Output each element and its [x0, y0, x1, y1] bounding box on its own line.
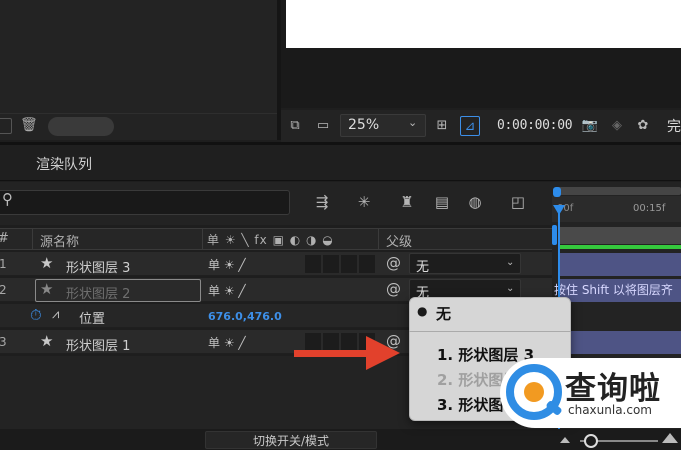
- tab-render-queue[interactable]: 渲染队列: [36, 154, 92, 174]
- layer-name[interactable]: 形状图层 3: [66, 257, 130, 276]
- chevron-down-icon: ⌄: [506, 283, 515, 294]
- always-preview-icon[interactable]: ⧉: [285, 116, 305, 136]
- menu-item-none[interactable]: 无: [436, 303, 451, 324]
- layer-index: 1: [0, 257, 7, 271]
- annotation-arrow-head: [366, 336, 400, 370]
- layer-name[interactable]: 形状图层 1: [66, 335, 130, 354]
- frame-blending-icon[interactable]: ▤: [430, 190, 454, 214]
- monitor-icon[interactable]: ▭: [313, 116, 333, 136]
- switch-cell[interactable]: [323, 255, 339, 273]
- timeline-tooltip: 按住 Shift 以将图层齐: [554, 283, 673, 297]
- channels-icon[interactable]: ✿: [633, 116, 653, 136]
- watermark-logo-dot: [524, 382, 544, 402]
- switch-cell[interactable]: [359, 255, 375, 273]
- position-value[interactable]: 676.0,476.0: [208, 310, 282, 323]
- star-icon: ★: [40, 254, 54, 272]
- star-icon: ★: [40, 332, 54, 350]
- work-area-start-handle[interactable]: [552, 225, 557, 245]
- show-snapshot-icon[interactable]: ◈: [607, 116, 627, 136]
- switch-cell[interactable]: [305, 255, 321, 273]
- work-area-bar[interactable]: [560, 227, 681, 244]
- annotation-arrow-shaft: [294, 350, 372, 357]
- composition-flowchart-icon[interactable]: ⇶: [310, 190, 334, 214]
- snapshot-icon[interactable]: 📷: [580, 116, 600, 136]
- property-name: 位置: [79, 312, 106, 327]
- current-timecode[interactable]: 0:00:00:00: [497, 118, 573, 133]
- source-name-header[interactable]: 源名称: [40, 231, 79, 250]
- search-icon: ⚲: [2, 190, 13, 208]
- switch-cell[interactable]: [323, 333, 339, 351]
- chevron-down-icon: ⌄: [506, 257, 515, 268]
- zoom-slider-knob[interactable]: [584, 434, 598, 448]
- layer-index: 2: [0, 283, 7, 297]
- column-divider: [32, 229, 33, 249]
- switches-header[interactable]: 单 ☀ ╲ fx ▣ ◐ ◑ ◒: [207, 231, 334, 248]
- navigator-handle[interactable]: [553, 187, 561, 197]
- draft-3d-icon[interactable]: ✳: [352, 190, 376, 214]
- bin-button[interactable]: [0, 118, 12, 134]
- index-header: #: [0, 231, 9, 246]
- zoom-value: 25%: [348, 117, 380, 133]
- layer-duration-bar[interactable]: [560, 331, 681, 354]
- column-divider: [378, 229, 379, 249]
- zoom-in-icon[interactable]: [662, 433, 678, 443]
- graph-icon[interactable]: ⩘: [52, 307, 59, 322]
- parent-value: 无: [416, 260, 430, 275]
- toggle-switches-modes-label: 切换开关/模式: [252, 434, 330, 448]
- tab-bar: [0, 145, 681, 181]
- switch-cell[interactable]: [305, 333, 321, 351]
- ruler-label: 00:15f: [633, 203, 666, 214]
- watermark-title: 查询啦: [565, 371, 661, 407]
- layer-name[interactable]: 形状图层 2: [66, 283, 130, 302]
- layer-switches[interactable]: 单 ☀ ╱: [208, 256, 246, 273]
- trash-icon[interactable]: 🗑: [20, 117, 40, 135]
- switch-cell[interactable]: [341, 333, 357, 351]
- viewer-end-label: 完: [667, 119, 681, 135]
- menu-item-layer-1[interactable]: 3. 形状图: [437, 394, 503, 415]
- column-divider: [202, 229, 203, 249]
- project-bottom-bar: [0, 113, 277, 139]
- safe-zones-icon[interactable]: ⊞: [432, 116, 452, 136]
- star-icon: ★: [40, 280, 54, 298]
- current-time-indicator-head[interactable]: [553, 205, 565, 215]
- switch-cell[interactable]: [341, 255, 357, 273]
- layer-switches[interactable]: 单 ☀ ╱: [208, 282, 246, 299]
- search-input[interactable]: [0, 190, 290, 215]
- chevron-down-icon: ⌄: [408, 116, 418, 129]
- pickwhip-icon[interactable]: @: [386, 254, 401, 272]
- pickwhip-icon[interactable]: @: [386, 280, 401, 298]
- graph-editor-icon[interactable]: ◰: [506, 190, 530, 214]
- composition-canvas[interactable]: [286, 0, 681, 48]
- layer-duration-bar[interactable]: [560, 253, 681, 276]
- render-cache-bar: [560, 245, 681, 249]
- zoom-out-icon[interactable]: [560, 437, 570, 443]
- motion-blur-icon[interactable]: ◍: [463, 190, 487, 214]
- menu-divider: [409, 331, 571, 332]
- layer-switches[interactable]: 单 ☀ ╱: [208, 334, 246, 351]
- layer-index: 3: [0, 335, 7, 349]
- mask-visibility-icon[interactable]: ⊿: [460, 116, 480, 136]
- selected-bullet-icon: ●: [417, 304, 428, 318]
- time-navigator[interactable]: [556, 187, 681, 195]
- shy-layers-icon[interactable]: ♜: [395, 190, 419, 214]
- bit-depth-pill[interactable]: [48, 117, 114, 136]
- stopwatch-icon[interactable]: ⏱: [30, 306, 42, 324]
- parent-header[interactable]: 父级: [386, 231, 412, 250]
- watermark-url: chaxunla.com: [568, 403, 652, 417]
